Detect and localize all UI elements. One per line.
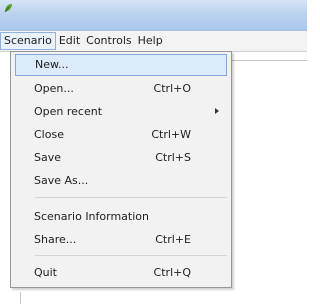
menu-item-new[interactable]: New... bbox=[15, 54, 227, 76]
menu-item-scenario-information[interactable]: Scenario Information bbox=[15, 206, 227, 228]
title-bar bbox=[0, 0, 307, 31]
menu-item-label: New... bbox=[35, 58, 69, 71]
app-leaf-icon bbox=[4, 4, 12, 13]
menu-item-shortcut: Ctrl+O bbox=[153, 82, 191, 95]
menu-item-label: Close bbox=[34, 128, 64, 141]
scenario-dropdown-menu: New... Open... Ctrl+O Open recent Close … bbox=[10, 51, 232, 288]
menu-separator bbox=[35, 197, 227, 198]
menu-controls[interactable]: Controls bbox=[83, 32, 135, 50]
menu-bar: Scenario Edit Controls Help bbox=[0, 31, 307, 52]
menu-item-label: Quit bbox=[34, 266, 57, 279]
menu-item-open[interactable]: Open... Ctrl+O bbox=[15, 78, 227, 100]
menu-item-label: Save As... bbox=[34, 174, 89, 187]
menu-item-shortcut: Ctrl+E bbox=[155, 233, 191, 246]
background-divider bbox=[232, 60, 307, 61]
menu-item-label: Open... bbox=[34, 82, 74, 95]
menu-scenario[interactable]: Scenario bbox=[0, 32, 56, 50]
menu-item-shortcut: Ctrl+S bbox=[155, 151, 191, 164]
menu-item-label: Open recent bbox=[34, 105, 103, 118]
menu-item-save-as[interactable]: Save As... bbox=[15, 170, 227, 192]
menu-item-shortcut: Ctrl+Q bbox=[153, 266, 191, 279]
menu-item-share[interactable]: Share... Ctrl+E bbox=[15, 229, 227, 251]
background-edge bbox=[20, 292, 21, 304]
menu-item-label: Save bbox=[34, 151, 62, 164]
menu-item-close[interactable]: Close Ctrl+W bbox=[15, 124, 227, 146]
menu-item-label: Scenario Information bbox=[34, 210, 149, 223]
menu-item-shortcut: Ctrl+W bbox=[151, 128, 191, 141]
menu-help[interactable]: Help bbox=[135, 32, 166, 50]
submenu-arrow-icon bbox=[215, 108, 219, 114]
menu-item-label: Share... bbox=[34, 233, 77, 246]
menu-edit[interactable]: Edit bbox=[56, 32, 83, 50]
menu-item-open-recent[interactable]: Open recent bbox=[15, 101, 227, 123]
menu-item-quit[interactable]: Quit Ctrl+Q bbox=[15, 262, 227, 284]
menu-separator bbox=[35, 255, 227, 256]
menu-item-save[interactable]: Save Ctrl+S bbox=[15, 147, 227, 169]
